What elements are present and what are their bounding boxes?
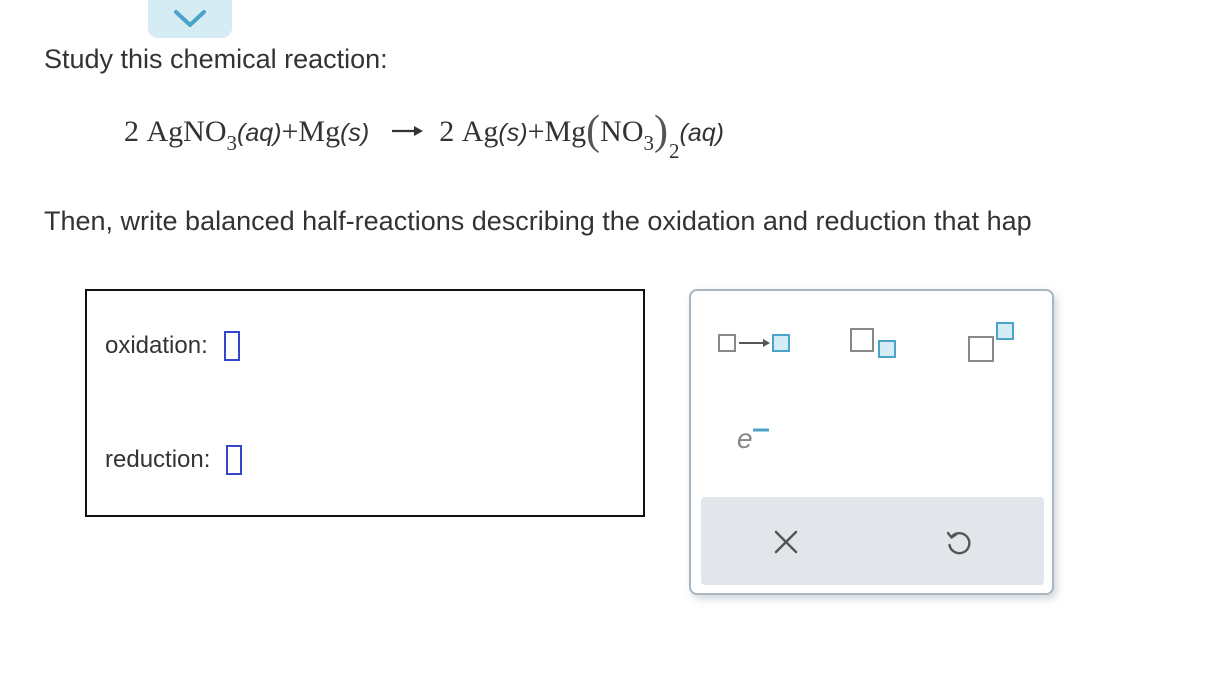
clear-button[interactable] <box>773 529 799 560</box>
reactant-2-phase: (s) <box>340 119 370 147</box>
answer-box: oxidation: reduction: <box>85 289 645 517</box>
reactant-1-coefficient: 2 <box>124 115 139 148</box>
product-2-subscript: 2 <box>669 139 680 163</box>
reaction-arrow-template-button[interactable] <box>717 331 793 360</box>
reduction-input[interactable] <box>226 445 243 475</box>
reactant-2-formula: Mg <box>298 115 341 148</box>
undo-icon <box>946 531 971 555</box>
reduction-row: reduction: <box>105 445 243 475</box>
reaction-arrow-icon <box>389 118 425 144</box>
open-paren: ( <box>586 108 601 154</box>
oxidation-row: oxidation: <box>105 331 240 361</box>
reaction-arrow-template-icon <box>718 334 790 352</box>
reactant-1-phase: (aq) <box>237 119 282 147</box>
subscript-button[interactable] <box>847 325 903 366</box>
palette-action-bar <box>701 497 1044 585</box>
reduction-label: reduction: <box>105 446 211 473</box>
oxidation-input[interactable] <box>223 331 240 361</box>
superscript-button[interactable] <box>965 321 1021 370</box>
product-1-coefficient: 2 <box>439 115 455 148</box>
close-icon <box>774 530 798 554</box>
reactant-1-formula: AgNO <box>146 115 227 148</box>
undo-button[interactable] <box>945 529 973 562</box>
instruction-text: Then, write balanced half-reactions desc… <box>44 206 1032 236</box>
close-paren: ) <box>654 108 669 154</box>
product-1-phase: (s) <box>498 119 528 147</box>
collapse-toggle-button[interactable] <box>148 0 232 38</box>
electron-button[interactable]: e <box>737 423 769 455</box>
product-2-inner-subscript: 3 <box>643 131 655 155</box>
product-2-formula: Mg <box>544 115 587 148</box>
product-1-formula: Ag <box>461 115 499 148</box>
plus-sign: + <box>281 115 299 148</box>
chemical-equation: 2 AgNO 3 (aq) + Mg (s) 2 Ag (s) + Mg(NO 3) 2 (aq) <box>124 104 724 163</box>
product-2-inner-formula: NO <box>600 115 644 148</box>
oxidation-label: oxidation: <box>105 332 208 359</box>
prompt-text: Study this chemical reaction: <box>44 44 388 74</box>
reactant-1-subscript: 3 <box>226 131 238 155</box>
tool-palette: e <box>689 289 1054 595</box>
chevron-down-icon <box>174 10 206 27</box>
electron-charge-icon <box>753 428 769 432</box>
electron-symbol: e <box>737 423 753 454</box>
subscript-icon <box>850 328 896 358</box>
product-2-phase: (aq) <box>679 119 724 147</box>
superscript-icon <box>968 322 1014 362</box>
plus-sign: + <box>527 115 545 148</box>
